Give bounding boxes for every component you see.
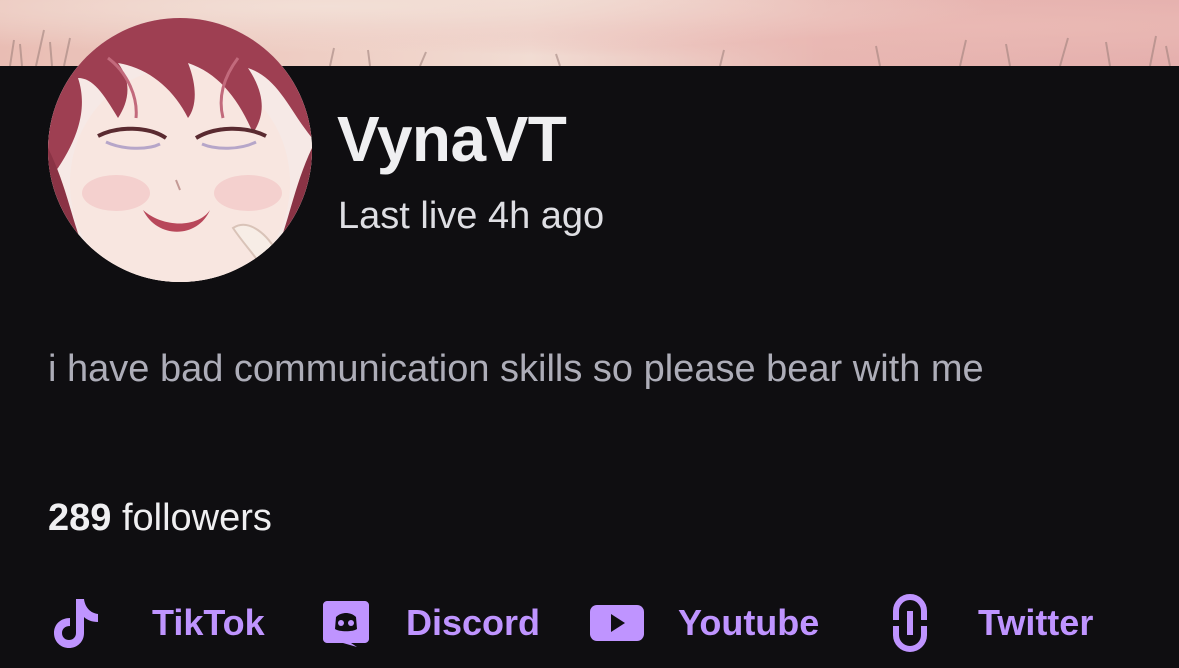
last-live-status: Last live 4h ago [338, 195, 605, 237]
channel-about-page: VynaVT Last live 4h ago i have bad commu… [0, 0, 1179, 668]
social-link-label: Twitter [978, 602, 1094, 643]
social-link-label: Youtube [678, 602, 820, 643]
youtube-icon [588, 595, 646, 651]
avatar[interactable] [48, 18, 312, 282]
link-icon [882, 594, 938, 652]
social-link-youtube[interactable]: Youtube [588, 588, 819, 658]
follower-count-number: 289 [48, 497, 112, 539]
follower-count-label: followers [121, 497, 272, 539]
channel-name: VynaVT [337, 103, 567, 175]
social-links: TikTok Discord Youtube Twitter [0, 588, 1179, 658]
channel-bio: i have bad communication skills so pleas… [48, 348, 984, 390]
social-link-label: Discord [406, 602, 541, 643]
social-link-twitter[interactable]: Twitter [882, 588, 1093, 658]
follower-count: 289 followers [48, 494, 272, 542]
discord-icon [318, 595, 374, 651]
tiktok-icon [48, 595, 104, 651]
social-link-tiktok[interactable]: TikTok [48, 588, 265, 658]
social-link-label: TikTok [152, 602, 265, 643]
social-link-discord[interactable]: Discord [318, 588, 540, 658]
